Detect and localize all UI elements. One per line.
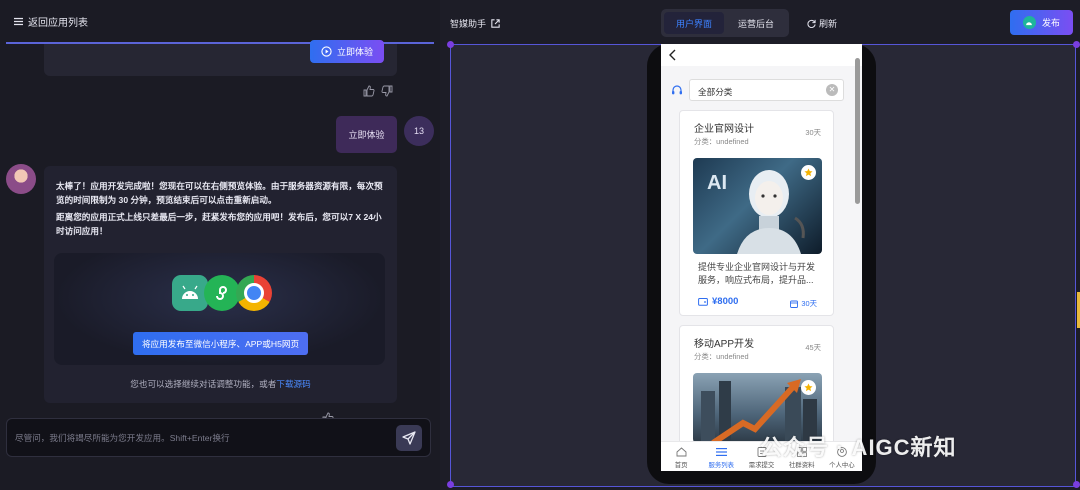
external-link-icon xyxy=(491,19,500,28)
send-icon xyxy=(402,431,416,445)
service-image: AI xyxy=(693,158,822,254)
resize-handle-bottom-right[interactable] xyxy=(1073,481,1080,488)
calendar-icon xyxy=(790,300,799,308)
image-text: AI xyxy=(707,172,727,194)
android-icon xyxy=(172,275,208,311)
refresh-icon xyxy=(807,19,816,28)
try-now-button[interactable]: 立即体验 xyxy=(310,40,384,63)
category-search-text: 全部分类 xyxy=(698,87,733,97)
favorite-star-icon[interactable] xyxy=(801,380,816,395)
list-icon xyxy=(14,17,23,25)
service-duration: 45天 xyxy=(805,343,821,352)
service-duration: 30天 xyxy=(805,128,821,137)
service-category: 分类：undefined xyxy=(694,137,749,146)
back-label: 返回应用列表 xyxy=(28,17,88,29)
assistant-paragraph-2: 距离您的应用正式上线只差最后一步，赶紧发布您的应用吧！发布后，您可以7 X 24… xyxy=(56,212,382,236)
assistant-avatar xyxy=(6,164,36,194)
android-icon xyxy=(1022,16,1036,29)
resize-handle-bottom-left[interactable] xyxy=(447,481,454,488)
refresh-button[interactable]: 刷新 xyxy=(807,17,837,30)
publish-button[interactable]: 发布 xyxy=(1010,10,1073,35)
publish-to-platforms-button[interactable]: 将应用发布至微信小程序、APP或H5网页 xyxy=(133,332,308,355)
list-icon xyxy=(715,448,727,456)
download-source-link[interactable]: 下载源码 xyxy=(276,379,310,389)
mini-program-icon xyxy=(204,275,240,311)
continue-note-text: 您也可以选择继续对话调整功能，或者 xyxy=(130,379,277,389)
platform-icons xyxy=(172,275,272,311)
service-title: 移动APP开发 xyxy=(694,339,755,350)
chrome-browser-icon xyxy=(236,275,272,311)
resize-handle-top-right[interactable] xyxy=(1073,41,1080,48)
send-button[interactable] xyxy=(396,425,422,451)
assistant-paragraph-1: 太棒了！应用开发完成啦！您现在可以在右侧预览体验。由于服务器资源有限，每次预览的… xyxy=(56,181,383,205)
view-switcher: 用户界面 运营后台 xyxy=(661,9,789,37)
play-circle-icon xyxy=(321,46,332,57)
thumbs-up-icon[interactable] xyxy=(363,85,375,97)
clear-icon[interactable]: ✕ xyxy=(826,84,838,96)
back-arrow-icon[interactable] xyxy=(668,49,677,61)
service-title: 企业官网设计 xyxy=(694,124,754,135)
watermark: 公众号 · AIGC新知 xyxy=(760,435,957,460)
wallet-icon xyxy=(698,298,708,306)
assistant-message-text: 太棒了！应用开发完成啦！您现在可以在右侧预览体验。由于服务器资源有限，每次预览的… xyxy=(56,179,386,241)
service-price: ¥8000 xyxy=(698,296,738,307)
app-name: 智媒助手 xyxy=(450,19,487,29)
home-icon xyxy=(676,447,687,457)
service-category: 分类：undefined xyxy=(694,352,749,361)
try-now-label: 立即体验 xyxy=(336,47,373,57)
service-delivery: 30天 xyxy=(790,298,817,309)
tab-label: 首页 xyxy=(674,462,688,469)
tab-admin-backend[interactable]: 运营后台 xyxy=(726,12,786,34)
resize-handle-top-left[interactable] xyxy=(447,41,454,48)
back-to-app-list-button[interactable]: 返回应用列表 xyxy=(6,0,434,44)
category-search[interactable]: 全部分类 ✕ xyxy=(689,79,844,101)
service-description: 提供专业企业官网设计与开发服务，响应式布局，提升品... xyxy=(698,262,816,285)
service-card[interactable]: 企业官网设计 分类：undefined 30天 AI 提供专业企业官网设计与开发… xyxy=(679,110,834,316)
app-name-title[interactable]: 智媒助手 xyxy=(450,17,501,30)
publish-label: 发布 xyxy=(1041,18,1060,28)
tab-service-list[interactable]: 服务列表 xyxy=(701,442,741,471)
thumbs-down-icon[interactable] xyxy=(381,85,393,97)
feedback-actions xyxy=(363,85,393,97)
delivery-days: 30天 xyxy=(801,299,817,308)
refresh-label: 刷新 xyxy=(819,19,838,29)
tab-label: 服务列表 xyxy=(708,462,735,469)
chat-input-box xyxy=(6,418,431,457)
continue-note: 您也可以选择继续对话调整功能，或者下载源码 xyxy=(44,378,397,390)
customer-service-icon[interactable] xyxy=(671,84,683,96)
user-avatar: 13 xyxy=(404,116,434,146)
chat-panel: 返回应用列表 立即体验 立即体验 13 太棒了！应用开发完成啦！您现在可以在右侧… xyxy=(0,0,440,490)
user-message-bubble: 立即体验 xyxy=(336,116,397,153)
chat-input[interactable] xyxy=(15,430,385,446)
phone-scrollbar[interactable] xyxy=(855,58,860,204)
phone-nav-bar xyxy=(661,44,862,66)
price-value: ¥8000 xyxy=(712,296,739,307)
favorite-star-icon[interactable] xyxy=(801,165,816,180)
tab-user-interface[interactable]: 用户界面 xyxy=(664,12,724,34)
tab-home[interactable]: 首页 xyxy=(661,442,701,471)
